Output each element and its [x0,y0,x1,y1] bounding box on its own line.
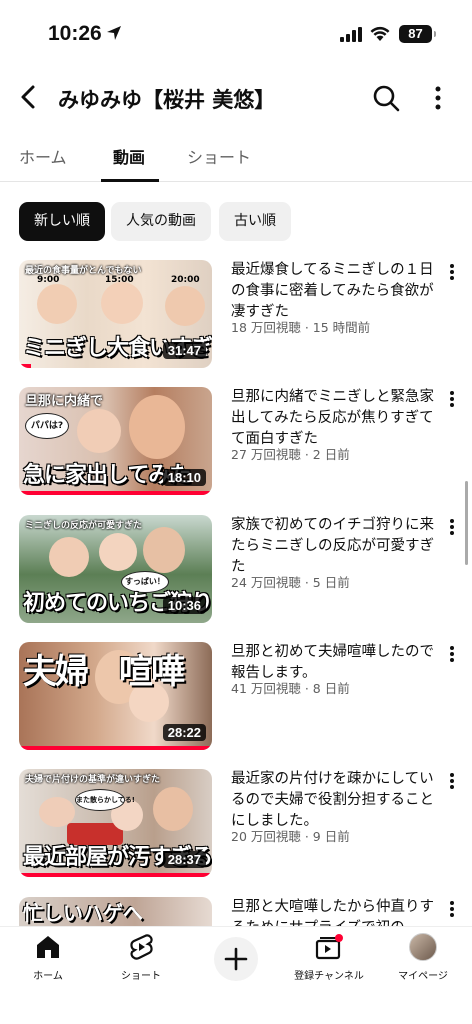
video-meta: 24 万回視聴 · 5 日前 [231,575,350,590]
battery-indicator: 87 [399,25,436,43]
watch-progress-bar [19,364,31,368]
video-item[interactable]: 忙しいハゲへ 旦那と大喧嘩したから仲直りするためにサプライズで初の [0,897,472,926]
thumb-caption: ミニぎしの反応が可愛すぎた [25,521,143,531]
video-item[interactable]: ミニぎしの反応が可愛すぎた すっぱい！ 初めてのいちご狩り 10:36 家族で初… [0,515,472,631]
video-thumbnail[interactable]: ミニぎしの反応が可愛すぎた すっぱい！ 初めてのいちご狩り 10:36 [19,515,212,623]
back-arrow-icon[interactable] [16,84,42,110]
video-item[interactable]: 旦那に内緒で パパは? 急に家出してみた 18:10 旦那に内緒でミニぎしと緊急… [0,387,472,503]
video-item[interactable]: 夫婦で片付けの基準が違いすぎた また散らかしてる! 最近部屋が汚すぎる 28:3… [0,769,472,885]
watch-progress-bar [19,873,212,877]
video-title[interactable]: 最近家の片付けを疎かにしているので夫婦で役割分担することにしました。 [231,769,439,832]
thumb-headline: 夫婦 喧嘩 [23,652,185,692]
video-thumbnail[interactable]: 旦那に内緒で パパは? 急に家出してみた 18:10 [19,387,212,495]
chip-newest[interactable]: 新しい順 [19,202,105,241]
channel-tabs: ホーム 動画 ショート [0,130,472,182]
chip-oldest[interactable]: 古い順 [219,202,291,241]
nav-home[interactable]: ホーム [3,933,93,982]
video-more-icon[interactable] [446,771,458,791]
tab-videos[interactable]: 動画 [113,144,145,168]
video-more-icon[interactable] [446,389,458,409]
video-title[interactable]: 旦那に内緒でミニぎしと緊急家出してみたら反応が焦りすぎてて面白すぎた [231,387,439,450]
tab-shorts[interactable]: ショート [187,144,251,168]
thumb-figure [37,284,77,324]
home-icon [37,936,59,958]
video-more-icon[interactable] [446,644,458,664]
more-options-icon[interactable] [428,84,448,112]
nav-my-page-label: マイページ [398,971,448,982]
nav-shorts-label: ショート [121,971,161,982]
video-more-icon[interactable] [446,899,458,919]
create-button[interactable] [214,937,258,981]
subscriptions-icon [315,934,343,960]
status-time: 10:26 [48,22,102,45]
watch-progress-bar [19,746,212,750]
channel-title: みゆみゆ【桜井 美悠】 [58,88,276,112]
video-meta: 20 万回視聴 · 9 日前 [231,829,350,844]
video-title[interactable]: 旦那と大喧嘩したから仲直りするためにサプライズで初の [231,897,439,926]
thumb-figure [49,537,89,577]
nav-home-label: ホーム [33,971,63,982]
video-duration: 28:22 [162,724,206,741]
video-item[interactable]: 最近の食事量がとんでもない 9:00 15:00 20:00 ミニぎし大食いすぎ… [0,260,472,376]
thumb-time-label: 9:00 [37,275,60,285]
thumb-speech-bubble: パパは? [25,413,69,439]
thumb-figure [39,797,75,827]
video-meta: 18 万回視聴 · 15 時間前 [231,320,371,335]
thumb-caption: 旦那に内緒で [25,394,104,409]
chip-popular[interactable]: 人気の動画 [111,202,211,241]
video-more-icon[interactable] [446,262,458,282]
video-more-icon[interactable] [446,517,458,537]
nav-subscriptions-label: 登録チャンネル [294,971,364,982]
thumb-time-label: 20:00 [171,275,200,285]
video-duration: 18:10 [162,469,206,486]
channel-header: みゆみゆ【桜井 美悠】 [0,72,472,122]
scrollbar[interactable] [465,481,468,565]
video-item[interactable]: 夫婦 喧嘩 28:22 旦那と初めて夫婦喧嘩したので報告します。 41 万回視聴… [0,642,472,758]
search-icon[interactable] [372,84,400,112]
video-title[interactable]: 最近爆食してるミニぎしの１日の食事に密着してみたら食欲が凄すぎた [231,260,439,323]
active-tab-indicator [101,179,159,182]
thumb-figure [129,395,185,459]
nav-shorts[interactable]: ショート [96,933,186,982]
thumb-time-label: 15:00 [105,275,134,285]
video-duration: 10:36 [162,597,206,614]
video-thumbnail[interactable]: 夫婦で片付けの基準が違いすぎた また散らかしてる! 最近部屋が汚すぎる 28:3… [19,769,212,877]
video-thumbnail[interactable]: 夫婦 喧嘩 28:22 [19,642,212,750]
avatar [409,933,437,961]
thumb-figure [99,533,137,571]
video-meta: 27 万回視聴 · 2 日前 [231,447,350,462]
status-bar: 10:26 87 [0,0,472,64]
thumb-caption: 夫婦で片付けの基準が違いすぎた [25,775,161,785]
thumb-headline: 忙しいハゲへ [23,901,143,925]
video-meta: 41 万回視聴 · 8 日前 [231,681,350,696]
thumb-speech-bubble: また散らかしてる! [75,789,135,811]
watch-progress-bar [19,491,212,495]
video-thumbnail[interactable]: 最近の食事量がとんでもない 9:00 15:00 20:00 ミニぎし大食いすぎ… [19,260,212,368]
video-duration: 31:47 [162,342,206,359]
tab-home[interactable]: ホーム [19,144,67,168]
bottom-navigation: ホーム ショート 登録チャンネル マイページ [0,926,472,1024]
location-arrow-icon [107,26,121,40]
cellular-signal-icon [340,27,362,42]
create-icon [224,947,248,971]
video-title[interactable]: 家族で初めてのイチゴ狩りに来たらミニぎしの反応が可愛すぎた [231,515,439,578]
wifi-icon [370,26,390,41]
video-duration: 28:37 [162,851,206,868]
nav-my-page[interactable]: マイページ [378,933,468,982]
thumb-figure [153,787,193,831]
thumb-figure [165,286,205,326]
thumb-figure [101,282,143,324]
shorts-icon [130,934,153,960]
thumb-figure [77,409,121,453]
thumb-figure [143,527,185,573]
video-thumbnail[interactable]: 忙しいハゲへ [19,897,212,926]
nav-subscriptions[interactable]: 登録チャンネル [284,933,374,982]
